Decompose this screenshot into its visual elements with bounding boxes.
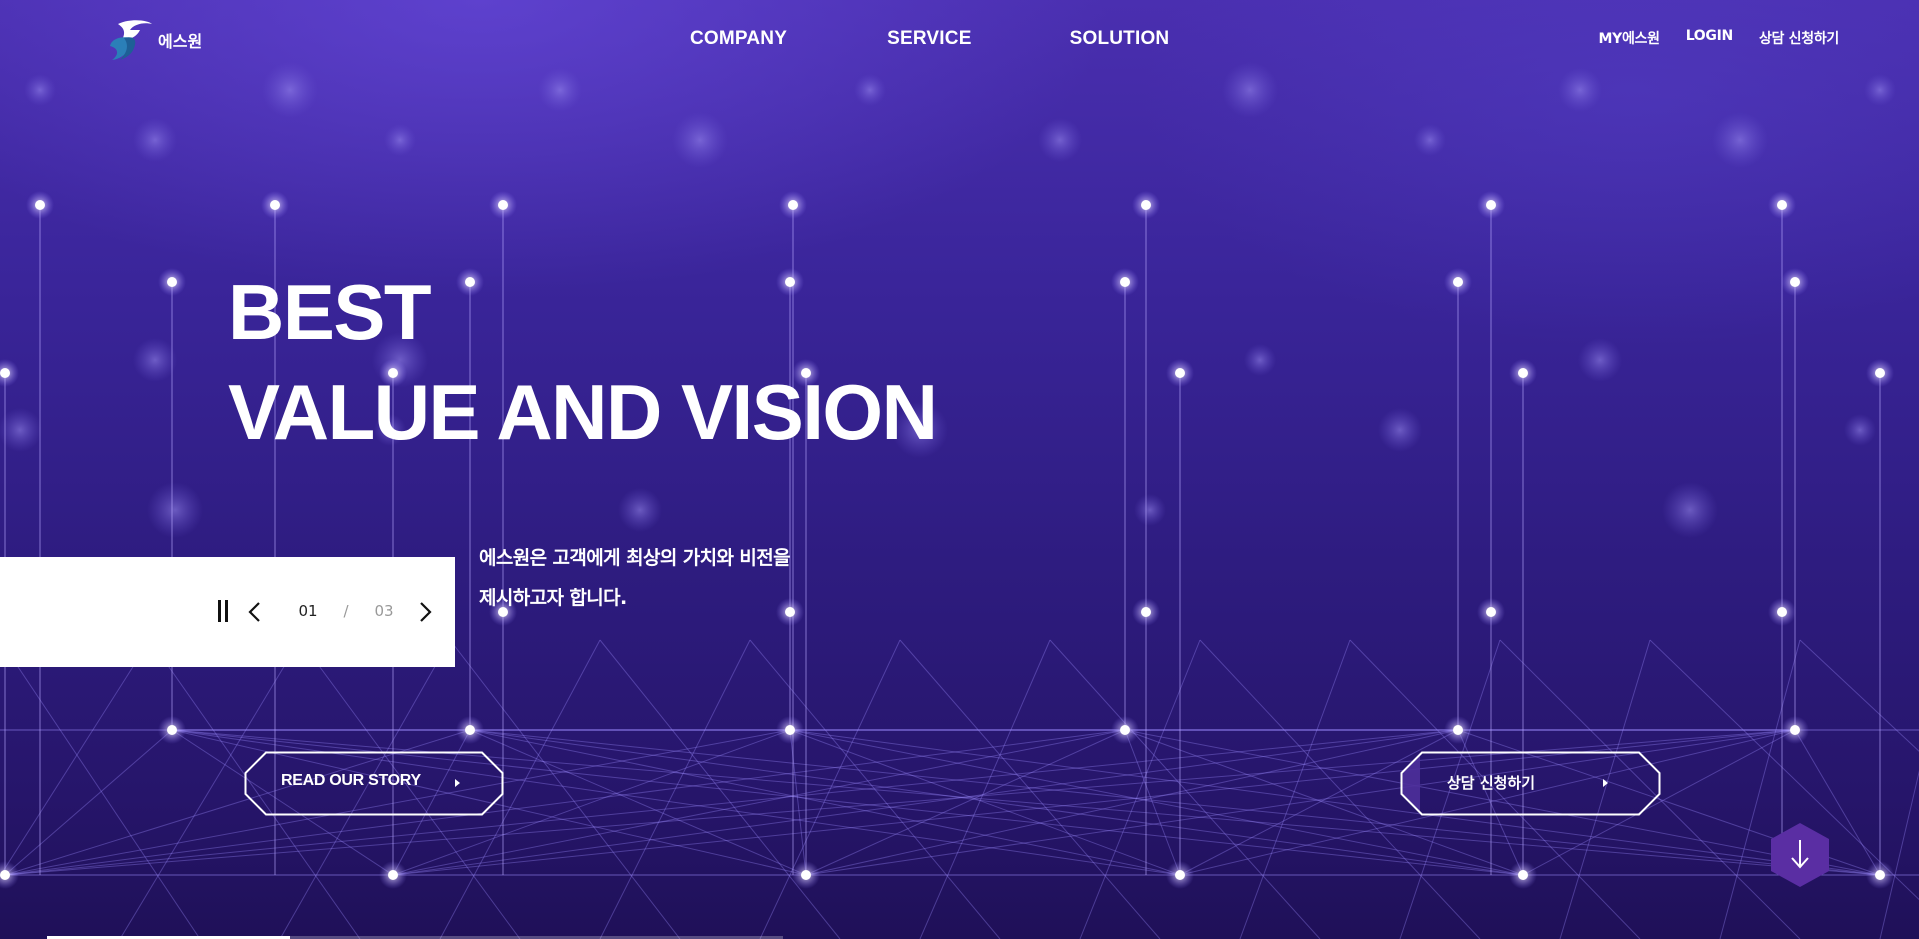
nav-company[interactable]: COMPANY [690, 28, 787, 50]
hero-subtext: 에스원은 고객에게 최상의 가치와 비전을 제시하고자 합니다. [479, 538, 791, 618]
play-arrow-icon [1603, 779, 1608, 787]
slide-current: 01 [298, 602, 318, 620]
slide-counter: 01 / 03 [290, 602, 402, 620]
headline-line-1: BEST [228, 268, 432, 356]
login-link[interactable]: LOGIN [1686, 28, 1734, 48]
chevron-left-icon[interactable] [246, 600, 264, 624]
slider-control-panel: 01 / 03 [0, 557, 455, 667]
subtext-line-1: 에스원은 고객에게 최상의 가치와 비전을 [479, 547, 791, 569]
consult-request-link[interactable]: 상담 신청하기 [1759, 28, 1839, 48]
chevron-right-icon[interactable] [416, 600, 434, 624]
logo[interactable]: 에스원 [104, 18, 202, 62]
consult-request-label: 상담 신청하기 [1447, 774, 1536, 792]
subtext-line-2: 제시하고자 합니다. [479, 587, 627, 609]
headline-line-2: VALUE AND VISION [228, 368, 938, 456]
nav-solution[interactable]: SOLUTION [1070, 28, 1170, 50]
hero-headline: BEST VALUE AND VISION [228, 262, 938, 462]
slide-separator: / [343, 602, 349, 620]
hero-section: 에스원 COMPANY SERVICE SOLUTION MY에스원 LOGIN… [0, 0, 1919, 939]
play-arrow-icon [455, 779, 460, 787]
my-account-link[interactable]: MY에스원 [1598, 28, 1660, 48]
pause-icon[interactable] [218, 600, 232, 622]
consult-request-button[interactable]: 상담 신청하기 [1400, 751, 1661, 816]
utility-nav: MY에스원 LOGIN 상담 신청하기 [1598, 28, 1839, 48]
main-nav: COMPANY SERVICE SOLUTION [690, 28, 1269, 50]
nav-service[interactable]: SERVICE [887, 28, 971, 50]
slide-total: 03 [374, 602, 394, 620]
arrow-down-icon[interactable] [1770, 822, 1830, 888]
logo-text: 에스원 [158, 32, 203, 51]
logo-icon [110, 20, 152, 60]
read-our-story-label: READ OUR STORY [281, 772, 421, 789]
read-our-story-button[interactable]: READ OUR STORY [244, 751, 504, 816]
